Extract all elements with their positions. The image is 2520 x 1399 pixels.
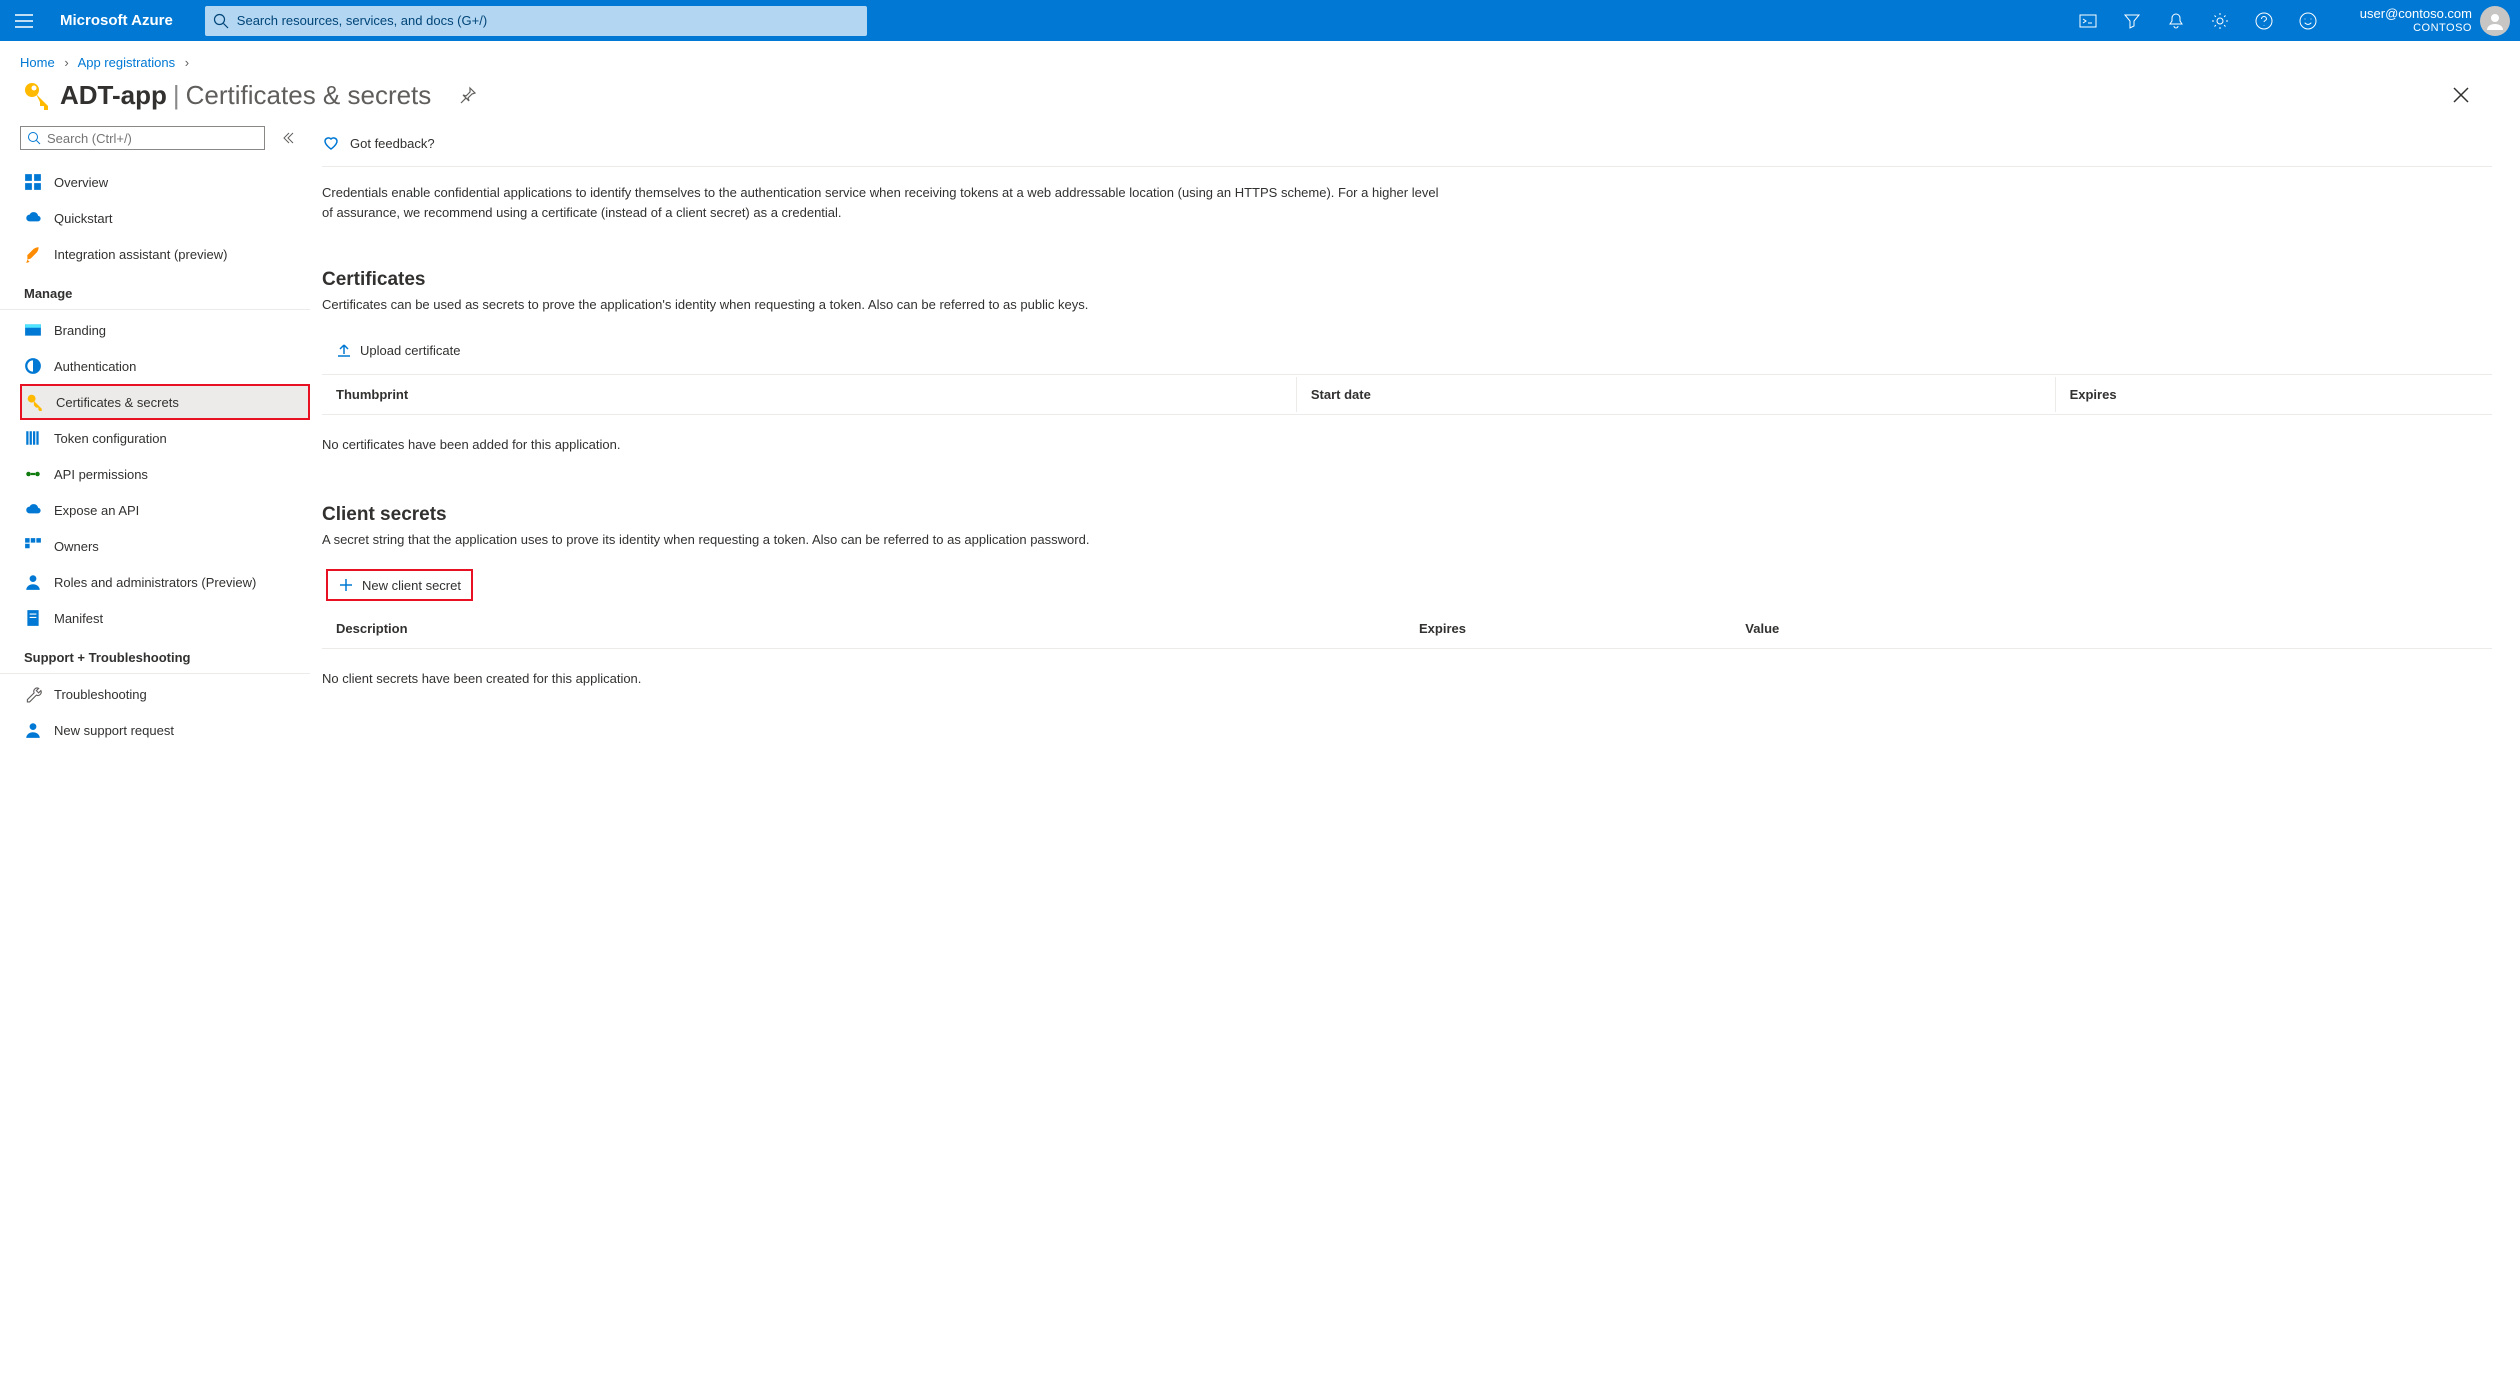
collapse-sidebar-button[interactable] — [283, 130, 299, 146]
settings-button[interactable] — [2198, 0, 2242, 41]
page-title: ADT-app — [60, 80, 167, 111]
sidebar-item-roles-administrators[interactable]: Roles and administrators (Preview) — [20, 564, 310, 600]
key-icon — [20, 78, 54, 112]
support-icon — [24, 721, 42, 739]
search-icon — [27, 131, 41, 145]
sidebar-item-expose-api[interactable]: Expose an API — [20, 492, 310, 528]
chevron-right-icon: › — [185, 55, 189, 70]
page-title-row: ADT-app | Certificates & secrets — [0, 78, 2520, 126]
expose-icon — [24, 501, 42, 519]
column-expires[interactable]: Expires — [1407, 611, 1731, 646]
directory-filter-button[interactable] — [2110, 0, 2154, 41]
heart-icon — [322, 134, 340, 152]
column-value[interactable]: Value — [1733, 611, 2490, 646]
sidebar-item-label: Branding — [54, 323, 106, 338]
sidebar-item-troubleshooting[interactable]: Troubleshooting — [20, 676, 310, 712]
breadcrumb-home[interactable]: Home — [20, 55, 55, 70]
sidebar-item-label: Token configuration — [54, 431, 167, 446]
certificates-empty-message: No certificates have been added for this… — [322, 415, 2492, 474]
sidebar-item-overview[interactable]: Overview — [20, 164, 310, 200]
breadcrumb-app-registrations[interactable]: App registrations — [78, 55, 176, 70]
avatar[interactable] — [2480, 6, 2510, 36]
sidebar-item-label: Certificates & secrets — [56, 395, 179, 410]
sidebar-item-manifest[interactable]: Manifest — [20, 600, 310, 636]
sidebar-item-label: Overview — [54, 175, 108, 190]
client-secrets-table: Description Expires Value — [322, 609, 2492, 649]
close-icon[interactable] — [2452, 86, 2470, 104]
sidebar: Overview Quickstart Integration assistan… — [0, 126, 310, 748]
top-bar: Microsoft Azure user@contoso.com CONTOSO — [0, 0, 2520, 41]
api-icon — [24, 465, 42, 483]
roles-icon — [24, 573, 42, 591]
account-directory: CONTOSO — [2360, 21, 2472, 35]
hamburger-menu-button[interactable] — [0, 14, 48, 28]
upload-icon — [336, 342, 352, 358]
wrench-icon — [24, 685, 42, 703]
sidebar-item-new-support-request[interactable]: New support request — [20, 712, 310, 748]
breadcrumb: Home › App registrations › — [0, 41, 2520, 78]
notifications-button[interactable] — [2154, 0, 2198, 41]
sidebar-item-label: Manifest — [54, 611, 103, 626]
sidebar-item-api-permissions[interactable]: API permissions — [20, 456, 310, 492]
sidebar-item-integration-assistant[interactable]: Integration assistant (preview) — [20, 236, 310, 272]
help-button[interactable] — [2242, 0, 2286, 41]
page-subtitle: Certificates & secrets — [186, 80, 432, 111]
client-secrets-description: A secret string that the application use… — [322, 532, 2492, 559]
feedback-link[interactable]: Got feedback? — [322, 126, 2492, 167]
plus-icon — [338, 577, 354, 593]
chevron-right-icon: › — [64, 55, 68, 70]
sidebar-item-owners[interactable]: Owners — [20, 528, 310, 564]
sidebar-item-label: API permissions — [54, 467, 148, 482]
client-secrets-empty-message: No client secrets have been created for … — [322, 649, 2492, 708]
column-thumbprint[interactable]: Thumbprint — [324, 377, 1297, 412]
main-content: Got feedback? Credentials enable confide… — [310, 126, 2520, 748]
feedback-smile-button[interactable] — [2286, 0, 2330, 41]
column-description[interactable]: Description — [324, 611, 1405, 646]
sidebar-item-token-configuration[interactable]: Token configuration — [20, 420, 310, 456]
owners-icon — [24, 537, 42, 555]
account-email: user@contoso.com — [2360, 7, 2472, 21]
column-start-date[interactable]: Start date — [1299, 377, 2056, 412]
key-icon — [26, 393, 44, 411]
overview-icon — [24, 173, 42, 191]
cloud-shell-button[interactable] — [2066, 0, 2110, 41]
token-icon — [24, 429, 42, 447]
auth-icon — [24, 357, 42, 375]
brand-label[interactable]: Microsoft Azure — [48, 12, 193, 29]
certificates-heading: Certificates — [322, 239, 2492, 297]
certificates-table: Thumbprint Start date Expires — [322, 374, 2492, 415]
sidebar-item-label: Owners — [54, 539, 99, 554]
intro-description: Credentials enable confidential applicat… — [322, 167, 1442, 239]
new-client-secret-button[interactable]: New client secret — [326, 569, 473, 601]
sidebar-item-authentication[interactable]: Authentication — [20, 348, 310, 384]
account-info[interactable]: user@contoso.com CONTOSO — [2330, 7, 2480, 35]
sidebar-item-label: Quickstart — [54, 211, 113, 226]
global-search-input[interactable] — [229, 13, 859, 28]
upload-certificate-button[interactable]: Upload certificate — [326, 334, 470, 366]
topbar-actions: user@contoso.com CONTOSO — [2066, 0, 2520, 41]
cloud-icon — [24, 209, 42, 227]
sidebar-search[interactable] — [20, 126, 265, 150]
manifest-icon — [24, 609, 42, 627]
sidebar-item-quickstart[interactable]: Quickstart — [20, 200, 310, 236]
sidebar-item-label: Integration assistant (preview) — [54, 247, 227, 262]
global-search[interactable] — [205, 6, 867, 36]
sidebar-item-label: New support request — [54, 723, 174, 738]
sidebar-item-label: Roles and administrators (Preview) — [54, 575, 256, 590]
rocket-icon — [24, 245, 42, 263]
branding-icon — [24, 321, 42, 339]
sidebar-group-manage: Manage — [20, 272, 310, 307]
pin-icon[interactable] — [459, 86, 477, 104]
sidebar-item-label: Expose an API — [54, 503, 139, 518]
sidebar-item-branding[interactable]: Branding — [20, 312, 310, 348]
client-secrets-heading: Client secrets — [322, 474, 2492, 532]
sidebar-group-support: Support + Troubleshooting — [20, 636, 310, 671]
certificates-description: Certificates can be used as secrets to p… — [322, 297, 2492, 324]
column-expires[interactable]: Expires — [2058, 377, 2490, 412]
search-icon — [213, 13, 229, 29]
sidebar-item-certificates-secrets[interactable]: Certificates & secrets — [20, 384, 310, 420]
sidebar-search-input[interactable] — [41, 131, 258, 146]
sidebar-item-label: Troubleshooting — [54, 687, 147, 702]
sidebar-item-label: Authentication — [54, 359, 136, 374]
